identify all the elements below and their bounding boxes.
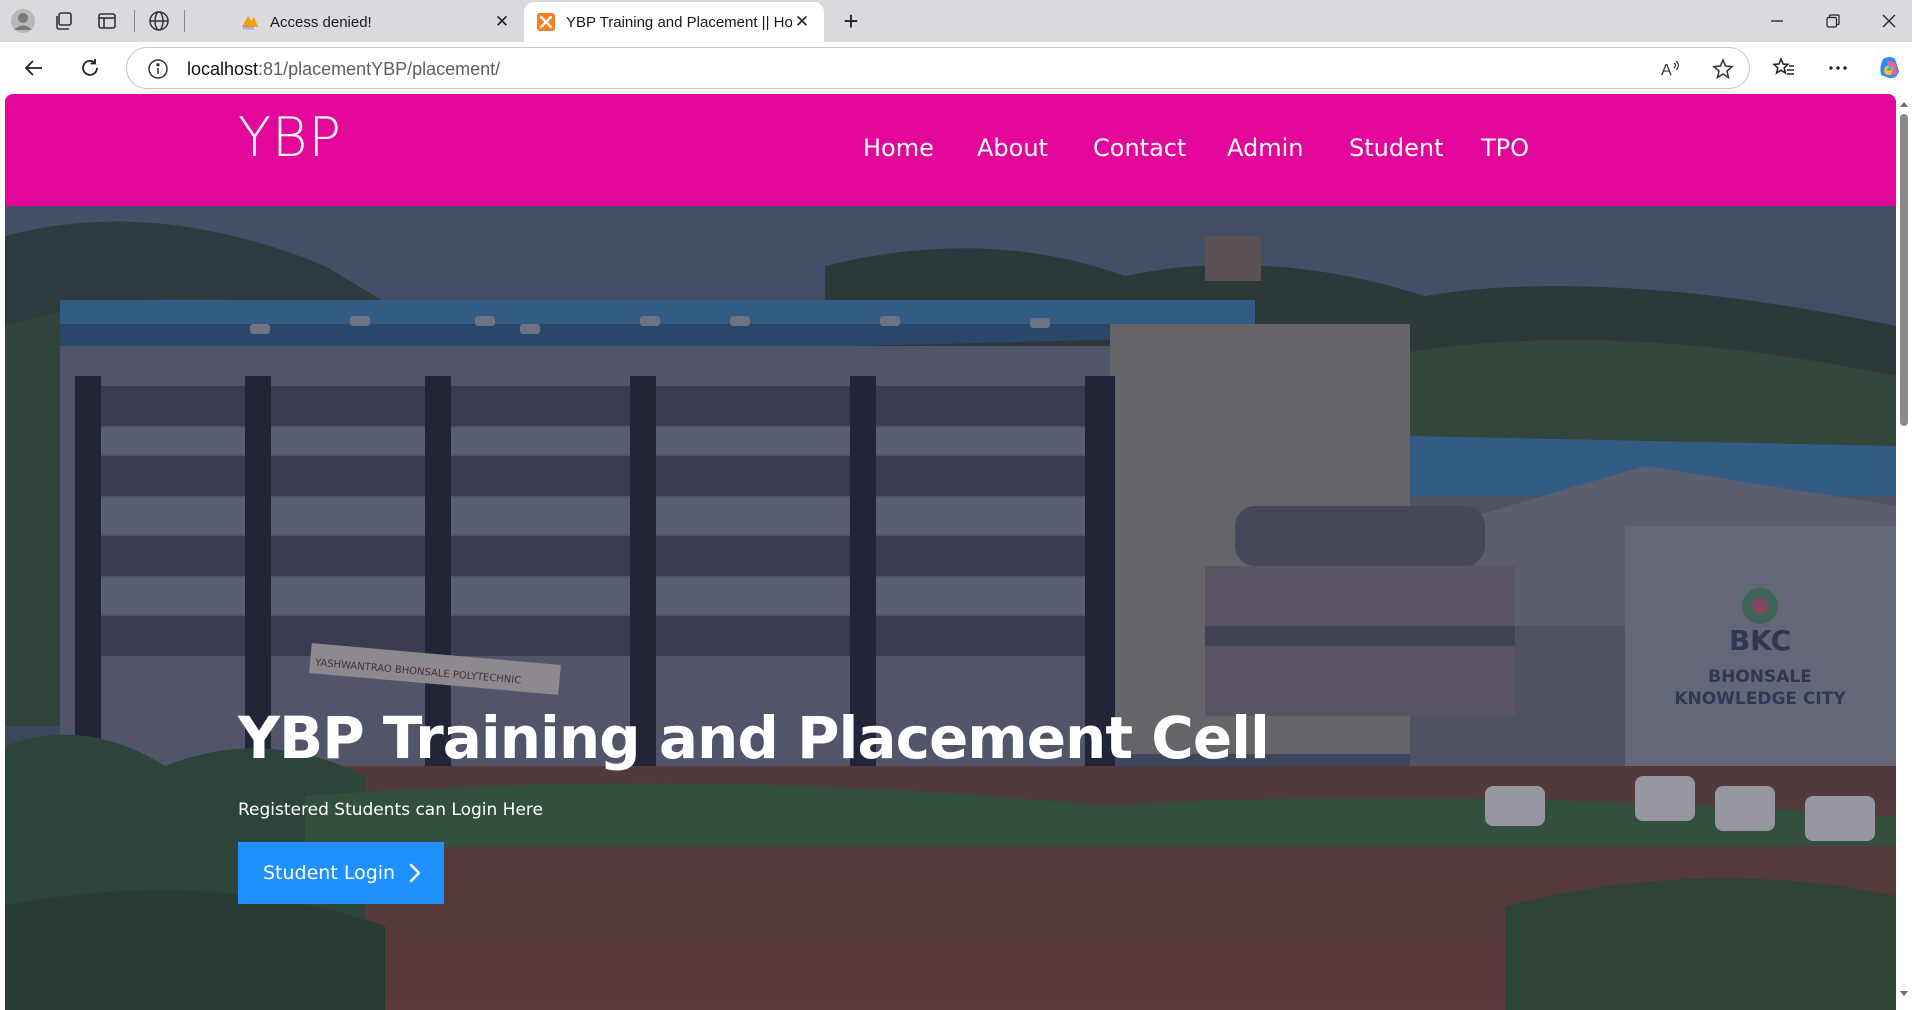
tab-strip-divider bbox=[134, 10, 135, 32]
tab-ybp-training[interactable]: YBP Training and Placement || Hor ✕ bbox=[524, 2, 824, 42]
address-bar[interactable]: localhost:81/placementYBP/placement/ A bbox=[126, 47, 1750, 89]
new-tab-button[interactable]: + bbox=[836, 6, 866, 36]
minimize-button[interactable] bbox=[1752, 2, 1802, 40]
url-path: :81/placementYBP/placement/ bbox=[258, 59, 501, 79]
scroll-down-arrow-icon[interactable] bbox=[1899, 990, 1909, 998]
url-text[interactable]: localhost:81/placementYBP/placement/ bbox=[187, 59, 500, 80]
nav-tpo[interactable]: TPO bbox=[1481, 134, 1529, 162]
nav-home[interactable]: Home bbox=[863, 134, 934, 162]
xampp-icon bbox=[536, 12, 556, 32]
nav-contact[interactable]: Contact bbox=[1093, 134, 1186, 162]
back-button[interactable] bbox=[18, 52, 50, 84]
reload-button[interactable] bbox=[74, 52, 106, 84]
favorites-icon[interactable] bbox=[1768, 52, 1800, 84]
nav-about[interactable]: About bbox=[977, 134, 1048, 162]
student-login-label: Student Login bbox=[263, 862, 396, 884]
student-login-button[interactable]: Student Login bbox=[238, 842, 444, 904]
close-tab-icon[interactable]: ✕ bbox=[792, 12, 812, 32]
tab-title: YBP Training and Placement || Hor bbox=[566, 13, 792, 31]
page-viewport: YBP Home About Contact Admin Student TPO bbox=[5, 94, 1896, 1010]
hero-subtitle: Registered Students can Login Here bbox=[238, 800, 543, 820]
phpmyadmin-icon: PMA bbox=[240, 12, 260, 32]
tab-access-denied[interactable]: PMA Access denied! ✕ bbox=[228, 2, 524, 42]
hero-title: YBP Training and Placement Cell bbox=[238, 704, 1270, 772]
copilot-icon[interactable] bbox=[1874, 52, 1906, 84]
site-header: YBP Home About Contact Admin Student TPO bbox=[5, 94, 1896, 206]
restore-button[interactable] bbox=[1808, 2, 1858, 40]
close-tab-icon[interactable]: ✕ bbox=[492, 12, 512, 32]
svg-text:A: A bbox=[1661, 62, 1672, 79]
svg-text:PMA: PMA bbox=[243, 26, 254, 31]
close-window-button[interactable] bbox=[1864, 2, 1912, 40]
tab-strip-divider bbox=[184, 10, 185, 32]
vertical-tabs-icon[interactable] bbox=[92, 6, 122, 36]
nav-admin[interactable]: Admin bbox=[1227, 134, 1304, 162]
tab-title: Access denied! bbox=[270, 13, 372, 31]
browser-toolbar: localhost:81/placementYBP/placement/ A bbox=[0, 42, 1912, 94]
main-nav: Home About Contact Admin Student TPO bbox=[5, 134, 1896, 174]
read-aloud-icon[interactable]: A bbox=[1659, 57, 1683, 81]
scrollbar-thumb[interactable] bbox=[1900, 114, 1908, 426]
scroll-up-arrow-icon[interactable] bbox=[1899, 100, 1909, 108]
favorite-star-icon[interactable] bbox=[1711, 57, 1735, 81]
site-info-icon[interactable] bbox=[147, 58, 169, 80]
url-host: localhost bbox=[187, 59, 259, 79]
hero-banner: YASHWANTRAO BHONSALE POLYTECHNIC BKC BHO… bbox=[5, 206, 1896, 1010]
page-scrollbar[interactable] bbox=[1896, 94, 1912, 1010]
chevron-right-icon bbox=[408, 862, 422, 889]
workspaces-icon[interactable] bbox=[48, 6, 78, 36]
more-options-icon[interactable] bbox=[1822, 52, 1854, 84]
browser-tab-strip: PMA Access denied! ✕ YBP Training and Pl… bbox=[0, 0, 1912, 42]
globe-icon[interactable] bbox=[144, 6, 174, 36]
nav-student[interactable]: Student bbox=[1349, 134, 1443, 162]
profile-avatar-icon[interactable] bbox=[8, 6, 38, 36]
